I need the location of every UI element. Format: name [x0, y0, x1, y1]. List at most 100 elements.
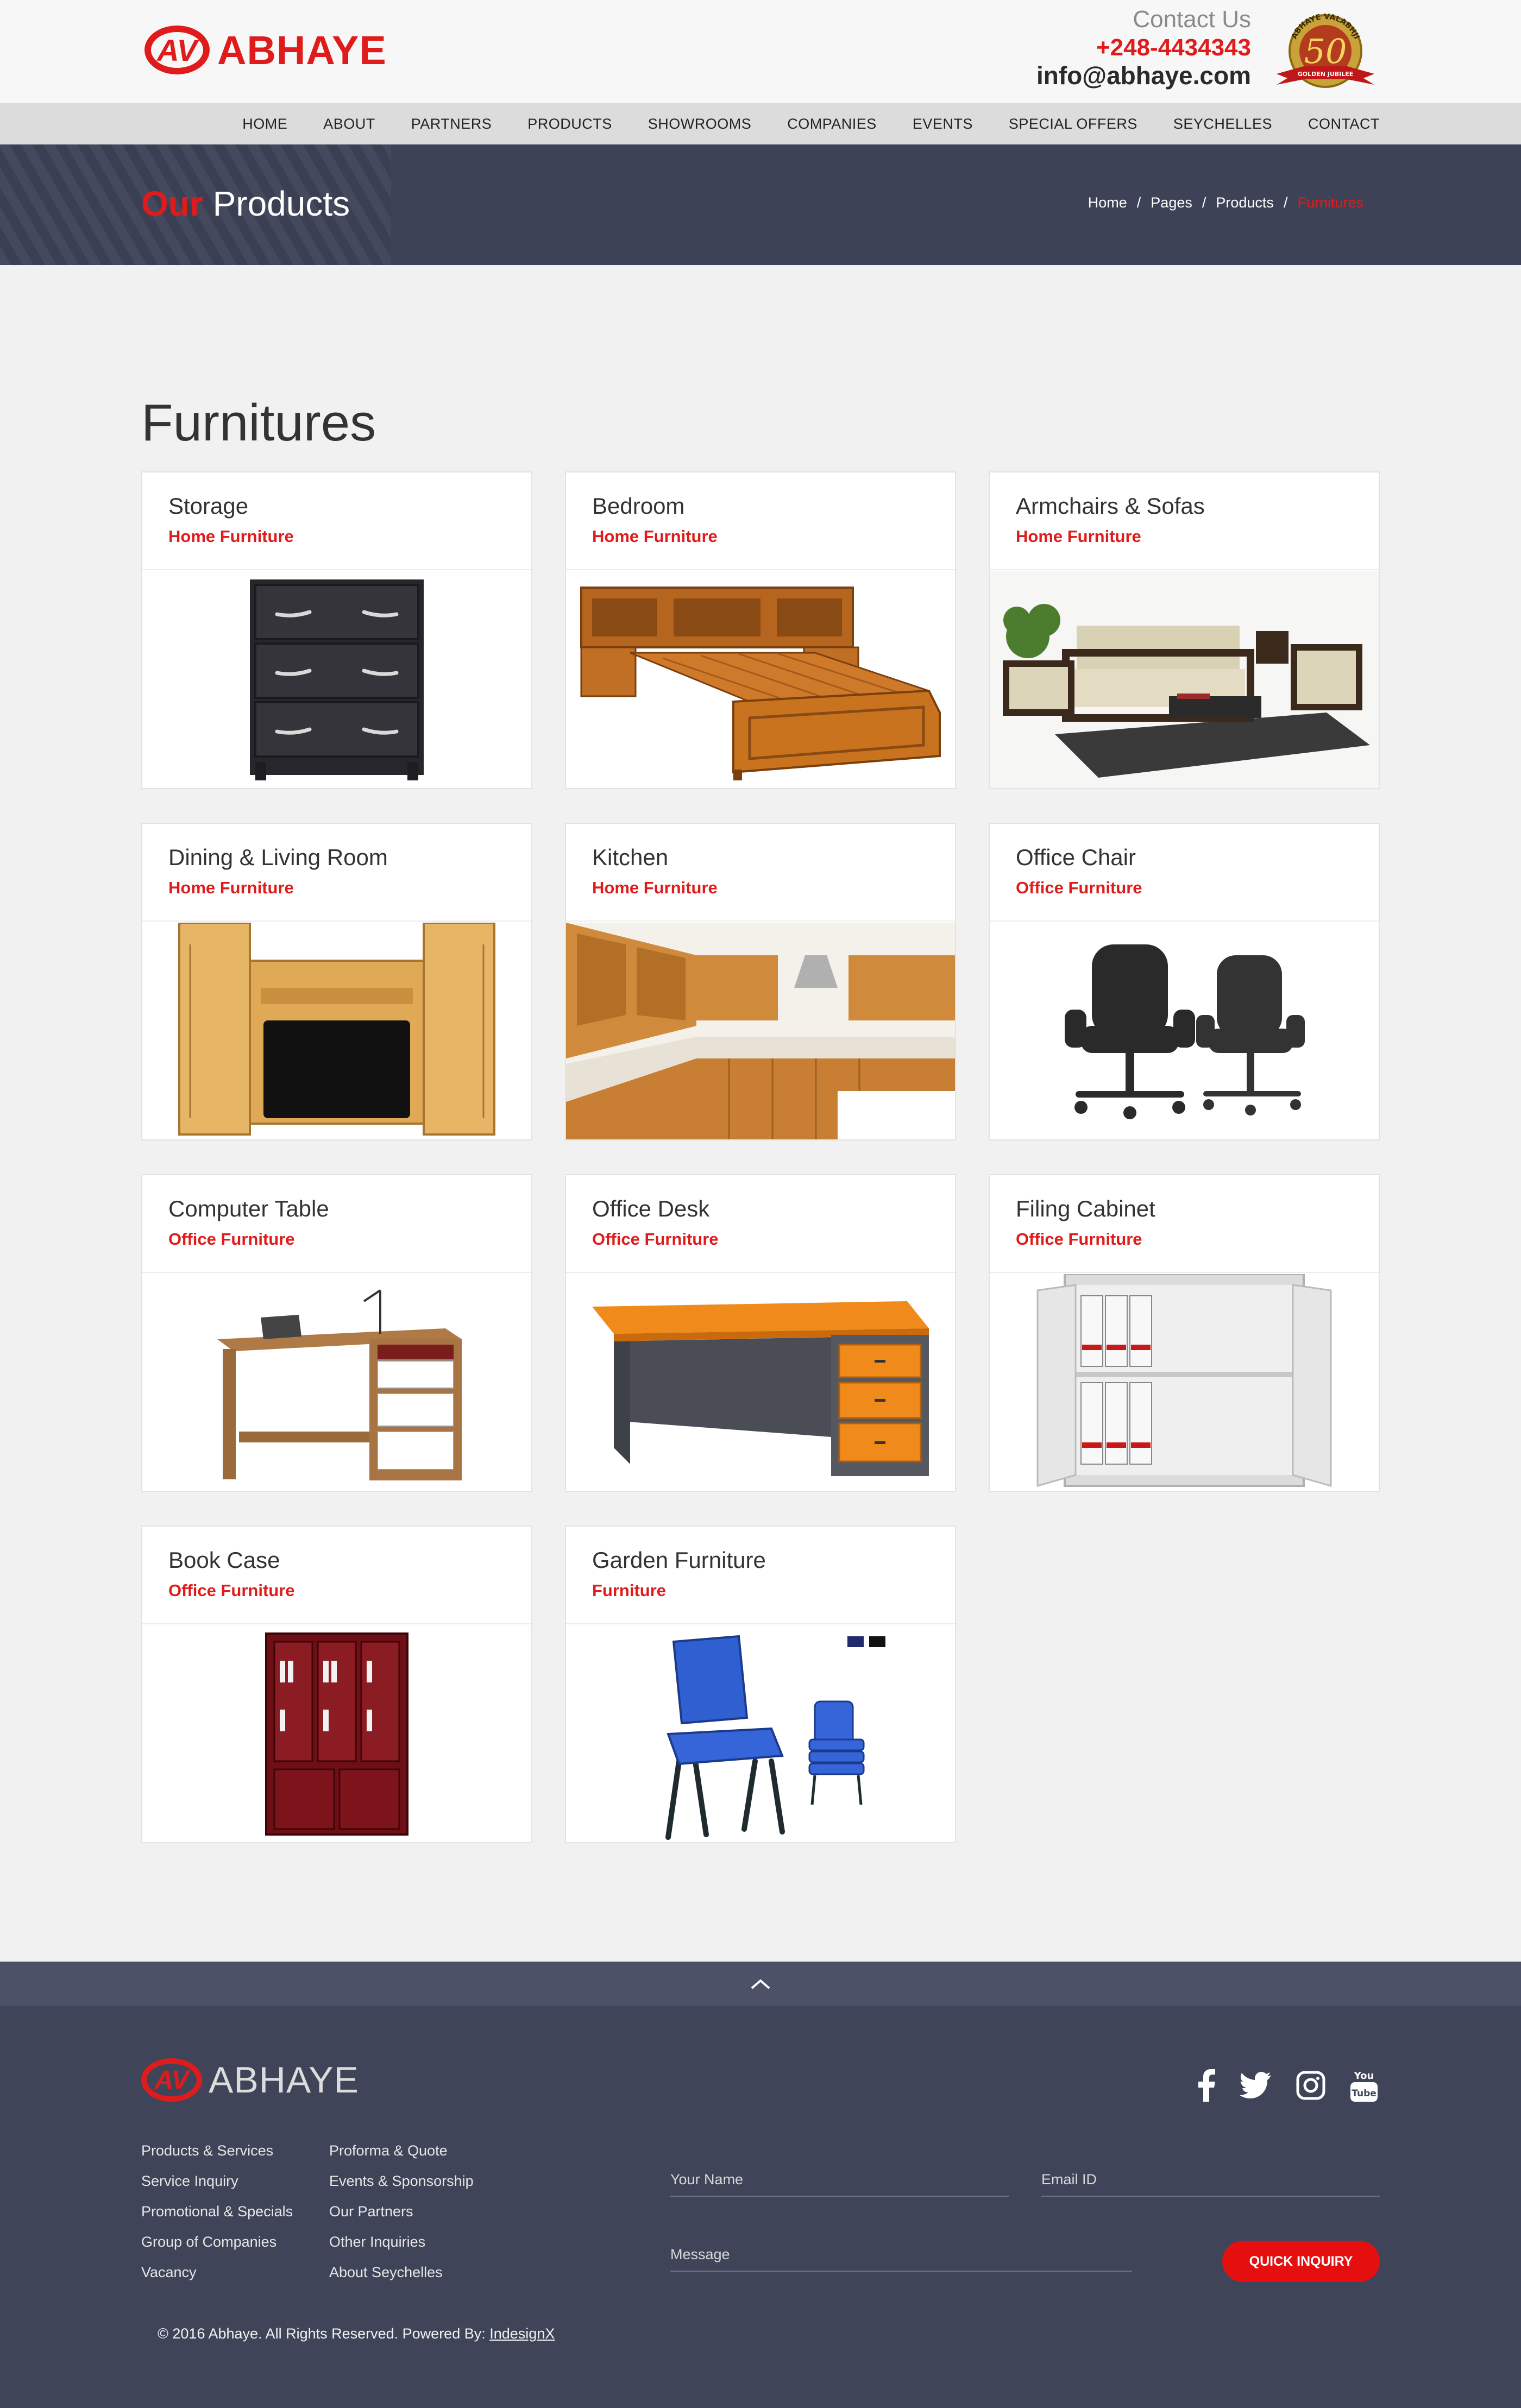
product-image[interactable]: [566, 923, 955, 1139]
product-category[interactable]: Office Furniture: [168, 1230, 505, 1249]
product-category[interactable]: Furniture: [592, 1581, 929, 1600]
product-category[interactable]: Home Furniture: [592, 878, 929, 898]
copyright-text: © 2016 Abhaye. All Rights Reserved. Powe…: [158, 2325, 486, 2342]
product-card[interactable]: Kitchen Home Furniture: [565, 823, 956, 1140]
product-image[interactable]: [142, 1625, 531, 1842]
card-header: Computer Table Office Furniture: [142, 1175, 531, 1273]
nav-contact[interactable]: CONTACT: [1290, 116, 1380, 133]
breadcrumb-home[interactable]: Home: [1088, 194, 1127, 211]
logo-mark-icon: AV: [144, 26, 210, 74]
youtube-icon[interactable]: You Tube: [1349, 2068, 1379, 2106]
instagram-icon[interactable]: [1296, 2071, 1325, 2103]
product-image[interactable]: [990, 571, 1379, 788]
product-image[interactable]: [990, 1274, 1379, 1491]
chevron-up-icon[interactable]: [749, 1976, 772, 1991]
product-card[interactable]: Office Desk Office Furniture: [565, 1174, 956, 1492]
product-title[interactable]: Office Chair: [1016, 844, 1353, 871]
quick-inquiry-button[interactable]: QUICK INQUIRY: [1222, 2241, 1380, 2282]
product-image[interactable]: [566, 1274, 955, 1491]
contact-email[interactable]: info@abhaye.com: [1036, 63, 1251, 88]
product-card[interactable]: Dining & Living Room Home Furniture: [141, 823, 532, 1140]
contact-phone[interactable]: +248-4434343: [1036, 36, 1251, 60]
office-chairs-icon: [1065, 944, 1305, 1119]
footer-link[interactable]: Group of Companies: [141, 2227, 293, 2257]
product-title[interactable]: Armchairs & Sofas: [1016, 493, 1353, 519]
product-card[interactable]: Armchairs & Sofas Home Furniture: [989, 471, 1380, 789]
twitter-icon[interactable]: [1240, 2072, 1272, 2102]
page-banner: Our Products Home / Pages / Products / F…: [0, 144, 1521, 265]
product-card[interactable]: Storage Home Furniture: [141, 471, 532, 789]
sofa-set-icon: [990, 571, 1379, 788]
product-image[interactable]: [990, 923, 1379, 1139]
product-category[interactable]: Office Furniture: [1016, 1230, 1353, 1249]
product-title[interactable]: Storage: [168, 493, 505, 519]
footer-link[interactable]: Our Partners: [329, 2196, 474, 2227]
product-category[interactable]: Office Furniture: [592, 1230, 929, 1249]
product-title[interactable]: Book Case: [168, 1547, 505, 1573]
product-image[interactable]: [566, 1625, 955, 1842]
footer-link[interactable]: About Seychelles: [329, 2257, 474, 2287]
footer-link[interactable]: Products & Services: [141, 2135, 293, 2166]
nav-seychelles[interactable]: SEYCHELLES: [1155, 116, 1290, 133]
name-field[interactable]: Your Name: [670, 2171, 1009, 2197]
product-category[interactable]: Office Furniture: [168, 1581, 505, 1600]
product-title[interactable]: Computer Table: [168, 1196, 505, 1222]
footer-link[interactable]: Proforma & Quote: [329, 2135, 474, 2166]
back-to-top-strip: [0, 1962, 1521, 2006]
nav-special-offers[interactable]: SPECIAL OFFERS: [991, 116, 1155, 133]
contact-info: Contact Us +248-4434343 info@abhaye.com: [1036, 8, 1251, 89]
nav-about[interactable]: ABOUT: [305, 116, 393, 133]
footer-logo[interactable]: AV ABHAYE: [141, 2058, 359, 2102]
product-category[interactable]: Home Furniture: [592, 527, 929, 546]
product-title[interactable]: Filing Cabinet: [1016, 1196, 1353, 1222]
card-header: Garden Furniture Furniture: [566, 1527, 955, 1624]
card-header: Dining & Living Room Home Furniture: [142, 824, 531, 922]
product-image[interactable]: [142, 1274, 531, 1491]
nav-products[interactable]: PRODUCTS: [510, 116, 630, 133]
product-image[interactable]: [566, 571, 955, 788]
breadcrumb: Home / Pages / Products / Furnitures: [1088, 194, 1363, 211]
card-header: Bedroom Home Furniture: [566, 472, 955, 570]
message-field[interactable]: Message: [670, 2246, 1132, 2272]
site-logo[interactable]: AV ABHAYE: [144, 23, 387, 77]
breadcrumb-pages[interactable]: Pages: [1151, 194, 1192, 211]
footer-link[interactable]: Service Inquiry: [141, 2166, 293, 2196]
copyright: © 2016 Abhaye. All Rights Reserved. Powe…: [158, 2325, 555, 2342]
product-image[interactable]: [142, 923, 531, 1139]
nav-showrooms[interactable]: SHOWROOMS: [630, 116, 770, 133]
nav-companies[interactable]: COMPANIES: [769, 116, 895, 133]
svg-text:Tube: Tube: [1352, 2088, 1377, 2099]
page-title-accent: Our: [141, 184, 203, 223]
footer-link[interactable]: Other Inquiries: [329, 2227, 474, 2257]
product-category[interactable]: Home Furniture: [168, 878, 505, 898]
footer-link[interactable]: Events & Sponsorship: [329, 2166, 474, 2196]
product-category[interactable]: Home Furniture: [1016, 527, 1353, 546]
product-title[interactable]: Garden Furniture: [592, 1547, 929, 1573]
product-card[interactable]: Book Case Office Furniture: [141, 1526, 532, 1843]
footer-link[interactable]: Vacancy: [141, 2257, 293, 2287]
product-title[interactable]: Office Desk: [592, 1196, 929, 1222]
card-header: Armchairs & Sofas Home Furniture: [990, 472, 1379, 570]
jubilee-number: 50: [1304, 31, 1347, 71]
product-card[interactable]: Filing Cabinet Office Furniture: [989, 1174, 1380, 1492]
product-card[interactable]: Computer Table Office Furniture: [141, 1174, 532, 1492]
product-card[interactable]: Bedroom Home Furniture: [565, 471, 956, 789]
email-field[interactable]: Email ID: [1041, 2171, 1380, 2197]
facebook-icon[interactable]: [1196, 2069, 1216, 2104]
product-title[interactable]: Dining & Living Room: [168, 844, 505, 871]
breadcrumb-products[interactable]: Products: [1216, 194, 1274, 211]
card-header: Book Case Office Furniture: [142, 1527, 531, 1624]
product-title[interactable]: Kitchen: [592, 844, 929, 871]
nav-home[interactable]: HOME: [224, 116, 305, 133]
product-title[interactable]: Bedroom: [592, 493, 929, 519]
powered-by-link[interactable]: IndesignX: [489, 2325, 555, 2342]
product-category[interactable]: Home Furniture: [168, 527, 505, 546]
product-image[interactable]: [142, 571, 531, 788]
product-category[interactable]: Office Furniture: [1016, 878, 1353, 898]
nav-partners[interactable]: PARTNERS: [393, 116, 510, 133]
footer-link[interactable]: Promotional & Specials: [141, 2196, 293, 2227]
nav-events[interactable]: EVENTS: [895, 116, 991, 133]
product-card[interactable]: Office Chair Office Furniture: [989, 823, 1380, 1140]
footer-links-col-2: Proforma & Quote Events & Sponsorship Ou…: [329, 2135, 474, 2287]
product-card[interactable]: Garden Furniture Furniture: [565, 1526, 956, 1843]
